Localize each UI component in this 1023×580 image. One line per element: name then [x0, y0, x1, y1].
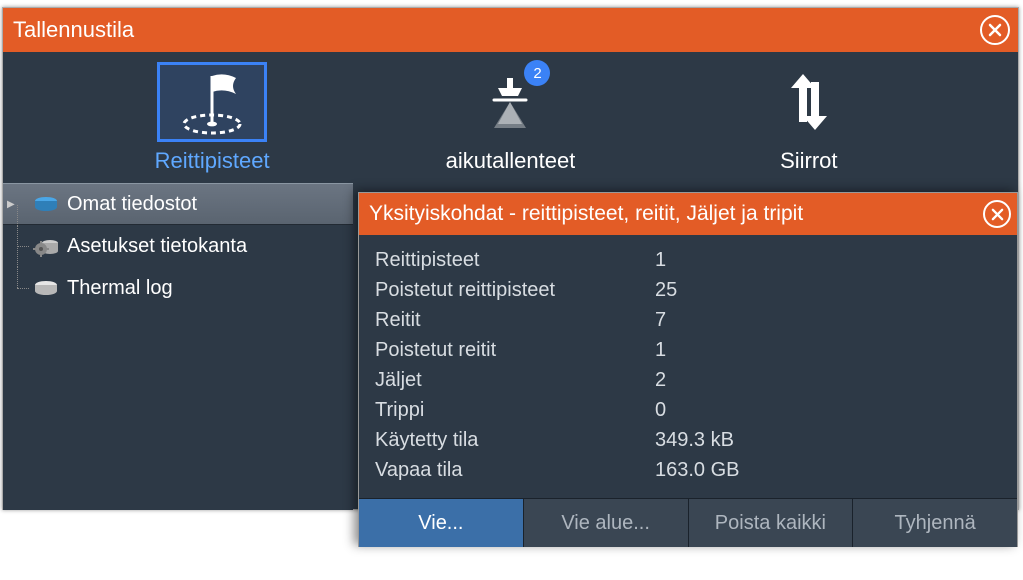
tab-recordings-label: aikutallenteet — [446, 148, 576, 174]
details-close-button[interactable] — [983, 200, 1011, 228]
main-titlebar: Tallennustila — [3, 8, 1018, 53]
detail-row: Jäljet2 — [375, 365, 1001, 395]
tab-strip: Reittipisteet 2 aikutallenteet — [3, 53, 1018, 183]
detail-value: 163.0 GB — [655, 455, 1001, 485]
waypoint-flag-icon — [157, 62, 267, 142]
detail-row: Poistetut reitit1 — [375, 335, 1001, 365]
tree-item-my-files[interactable]: ▶ Omat tiedostot — [3, 183, 353, 225]
detail-row: Vapaa tila163.0 GB — [375, 455, 1001, 485]
export-area-button[interactable]: Vie alue... — [524, 498, 689, 547]
detail-row: Reittipisteet1 — [375, 245, 1001, 275]
action-bar: Vie... Vie alue... Poista kaikki Tyhjenn… — [359, 498, 1017, 547]
tree-item-label: Omat tiedostot — [67, 193, 197, 216]
export-button[interactable]: Vie... — [359, 498, 524, 547]
detail-value: 349.3 kB — [655, 425, 1001, 455]
main-close-button[interactable] — [980, 15, 1010, 45]
close-icon — [988, 23, 1002, 37]
details-titlebar: Yksityiskohdat - reittipisteet, reitit, … — [359, 193, 1017, 235]
tab-recordings[interactable]: 2 aikutallenteet — [400, 56, 620, 180]
detail-value: 0 — [655, 395, 1001, 425]
detail-value: 1 — [655, 335, 1001, 365]
detail-value: 25 — [655, 275, 1001, 305]
detail-label: Trippi — [375, 395, 655, 425]
details-title: Yksityiskohdat - reittipisteet, reitit, … — [369, 202, 803, 226]
drive-icon — [33, 277, 59, 299]
detail-label: Käytetty tila — [375, 425, 655, 455]
sidebar: ▶ Omat tiedostot Asetukset tietokanta Th… — [3, 183, 353, 510]
detail-label: Reitit — [375, 305, 655, 335]
detail-value: 1 — [655, 245, 1001, 275]
tab-transfers-label: Siirrot — [780, 148, 837, 174]
drive-icon — [33, 193, 59, 215]
detail-row: Käytetty tila349.3 kB — [375, 425, 1001, 455]
storage-tree: ▶ Omat tiedostot Asetukset tietokanta Th… — [3, 183, 353, 309]
detail-label: Jäljet — [375, 365, 655, 395]
detail-row: Trippi0 — [375, 395, 1001, 425]
detail-label: Poistetut reitit — [375, 335, 655, 365]
main-title: Tallennustila — [13, 17, 134, 43]
transfer-arrows-icon — [754, 62, 864, 142]
tab-waypoints[interactable]: Reittipisteet — [102, 56, 322, 180]
expand-caret-icon[interactable]: ▶ — [7, 199, 15, 210]
tree-item-settings-db[interactable]: Asetukset tietokanta — [3, 225, 353, 267]
settings-db-icon — [33, 235, 59, 257]
close-icon — [991, 208, 1004, 221]
clear-button[interactable]: Tyhjennä — [853, 498, 1017, 547]
detail-row: Reitit7 — [375, 305, 1001, 335]
tab-transfers[interactable]: Siirrot — [699, 56, 919, 180]
tab-waypoints-label: Reittipisteet — [155, 148, 270, 174]
tree-item-thermal-log[interactable]: Thermal log — [3, 267, 353, 309]
detail-value: 7 — [655, 305, 1001, 335]
details-panel: Yksityiskohdat - reittipisteet, reitit, … — [358, 192, 1018, 547]
detail-label: Poistetut reittipisteet — [375, 275, 655, 305]
detail-row: Poistetut reittipisteet25 — [375, 275, 1001, 305]
detail-label: Reittipisteet — [375, 245, 655, 275]
delete-all-button[interactable]: Poista kaikki — [689, 498, 854, 547]
details-body: Reittipisteet1 Poistetut reittipisteet25… — [359, 235, 1017, 498]
tree-item-label: Thermal log — [67, 277, 173, 300]
detail-value: 2 — [655, 365, 1001, 395]
tree-item-label: Asetukset tietokanta — [67, 235, 247, 258]
detail-label: Vapaa tila — [375, 455, 655, 485]
